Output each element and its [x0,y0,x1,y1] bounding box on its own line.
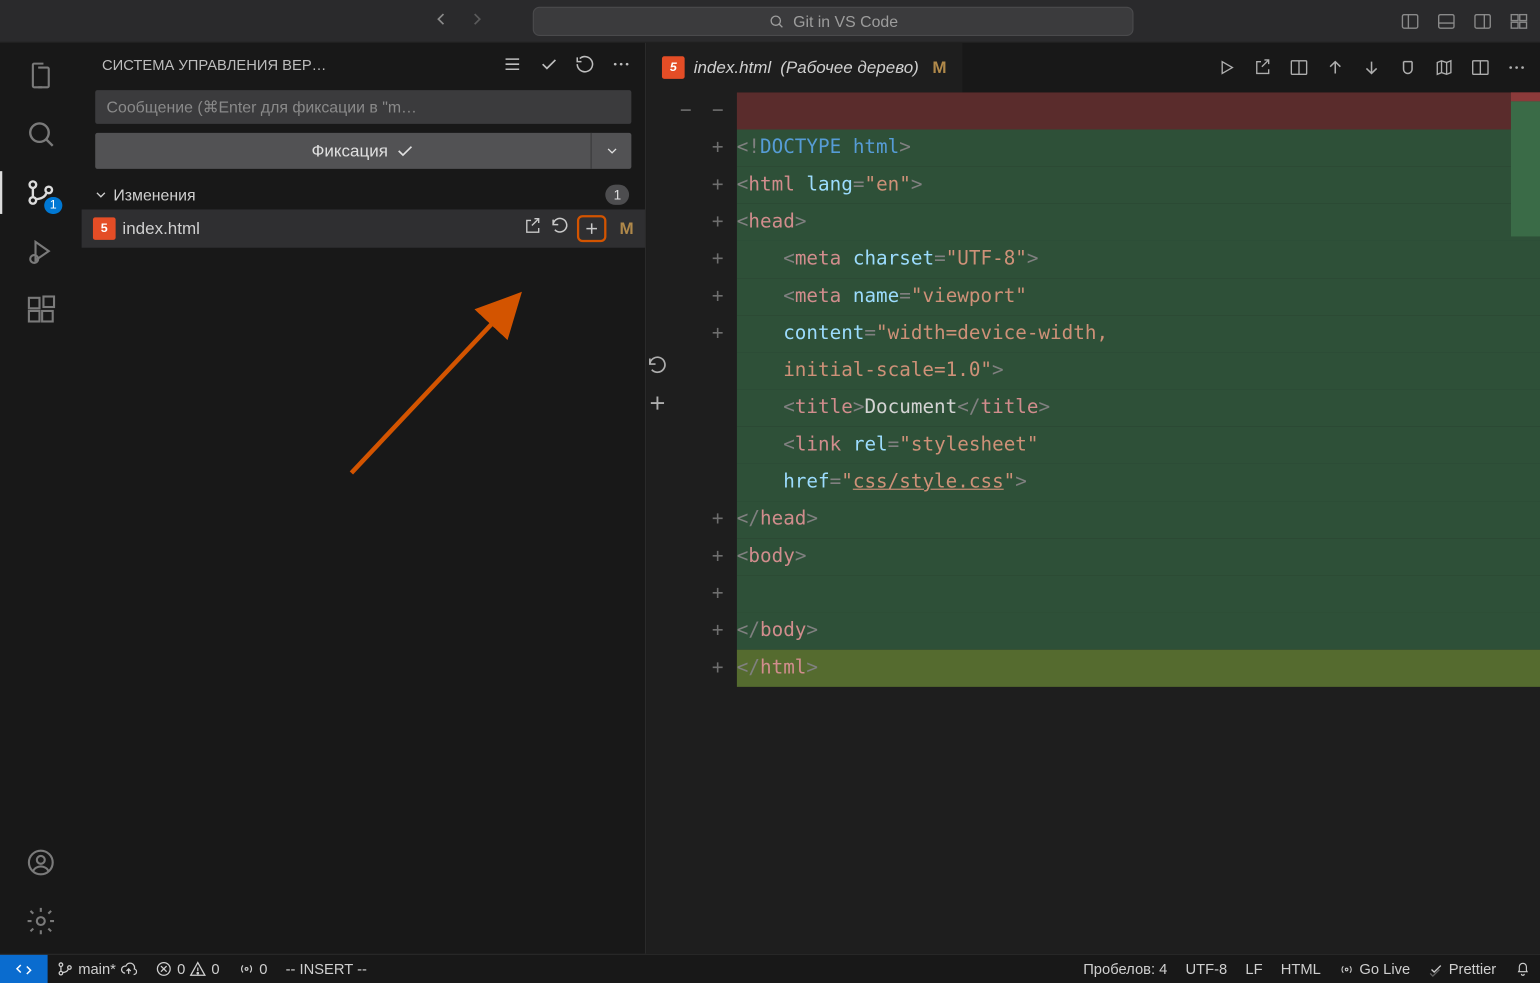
map-icon[interactable] [1434,57,1454,77]
next-change-icon[interactable] [1361,57,1381,77]
nav-forward-icon[interactable] [467,9,487,33]
stage-hunk-icon[interactable] [646,391,687,428]
html5-icon: 5 [93,217,116,240]
prettier-status[interactable]: Prettier [1419,960,1505,977]
language-status[interactable]: HTML [1272,960,1330,977]
more-icon[interactable] [611,54,631,74]
status-bar: main* 0 0 0 -- INSERT -- Пробелов: 4 UTF… [0,954,1540,983]
file-status-label: M [619,219,633,238]
remote-indicator[interactable] [0,955,48,983]
command-center[interactable]: Git in VS Code [533,6,1134,35]
accounts-icon[interactable] [24,846,58,880]
editor-mode: -- INSERT -- [277,960,376,977]
tab-status: M [932,58,946,77]
settings-gear-icon[interactable] [24,904,58,938]
run-icon[interactable] [1216,57,1236,77]
changes-label: Изменения [113,186,195,204]
view-as-tree-icon[interactable] [502,54,522,74]
whitespace-icon[interactable] [1398,57,1418,77]
layout-customize-icon[interactable] [1509,11,1529,31]
commit-placeholder: Сообщение (⌘Enter для фиксации в "m… [107,97,417,116]
indentation-status[interactable]: Пробелов: 4 [1074,960,1176,977]
commit-message-input[interactable]: Сообщение (⌘Enter для фиксации в "m… [95,90,631,124]
split-editor-icon[interactable] [1470,57,1490,77]
discard-changes-icon[interactable] [549,216,569,241]
prev-change-icon[interactable] [1325,57,1345,77]
open-file-icon[interactable] [522,216,542,241]
tab-suffix: (Рабочее дерево) [780,58,919,77]
run-debug-icon[interactable] [24,234,58,268]
eol-status[interactable]: LF [1236,960,1271,977]
changed-file-name: index.html [122,219,200,238]
revert-hunk-icon[interactable] [646,354,687,391]
refresh-icon[interactable] [575,54,595,74]
goto-file-icon[interactable] [1253,57,1273,77]
notifications-icon[interactable] [1505,960,1540,977]
editor-more-icon[interactable] [1506,57,1526,77]
changed-file-row[interactable]: 5 index.html M [82,209,645,247]
branch-name: main* [78,960,116,977]
annotation-arrow [340,282,544,485]
commit-button[interactable]: Фиксация [95,133,631,169]
nav-back-icon[interactable] [431,9,451,33]
layout-primary-side-icon[interactable] [1400,11,1420,31]
commit-check-icon[interactable] [538,54,558,74]
layout-panel-icon[interactable] [1436,11,1456,31]
commit-button-label: Фиксация [311,141,387,160]
activity-bar: 1 [0,43,82,954]
layout-secondary-side-icon[interactable] [1472,11,1492,31]
html5-icon: 5 [662,56,685,79]
source-control-icon[interactable]: 1 [24,176,58,210]
ports-status[interactable]: 0 [229,960,277,977]
scm-badge: 1 [44,197,62,214]
command-center-text: Git in VS Code [793,12,898,30]
chevron-down-icon [93,187,109,203]
encoding-status[interactable]: UTF-8 [1176,960,1236,977]
editor-tabs: 5 index.html (Рабочее дерево) M [646,43,1540,93]
editor-tab[interactable]: 5 index.html (Рабочее дерево) M [646,43,962,93]
scm-panel: СИСТЕМА УПРАВЛЕНИЯ ВЕР… Сообщение (⌘Ente… [82,43,646,954]
branch-status[interactable]: main* [48,960,147,977]
code-editor[interactable]: − −+++++++++++ <!DOCTYPE html><html lang… [646,92,1540,953]
titlebar: Git in VS Code [0,0,1540,43]
changes-count: 1 [606,185,629,205]
go-live-status[interactable]: Go Live [1330,960,1419,977]
editor-area: 5 index.html (Рабочее дерево) M [646,43,1540,954]
tab-filename: index.html [694,58,772,77]
problems-status[interactable]: 0 0 [147,960,229,977]
search-tab-icon[interactable] [24,117,58,151]
commit-dropdown[interactable] [591,133,632,169]
scm-title: СИСТЕМА УПРАВЛЕНИЯ ВЕР… [102,56,502,73]
extensions-icon[interactable] [24,293,58,327]
diff-layout-icon[interactable] [1289,57,1309,77]
explorer-icon[interactable] [24,59,58,93]
check-icon [395,141,415,161]
changes-section[interactable]: Изменения 1 [82,178,645,210]
stage-changes-button[interactable] [576,215,605,242]
minimap[interactable] [1511,92,1540,953]
cloud-upload-icon [120,960,137,977]
search-icon [768,13,784,29]
